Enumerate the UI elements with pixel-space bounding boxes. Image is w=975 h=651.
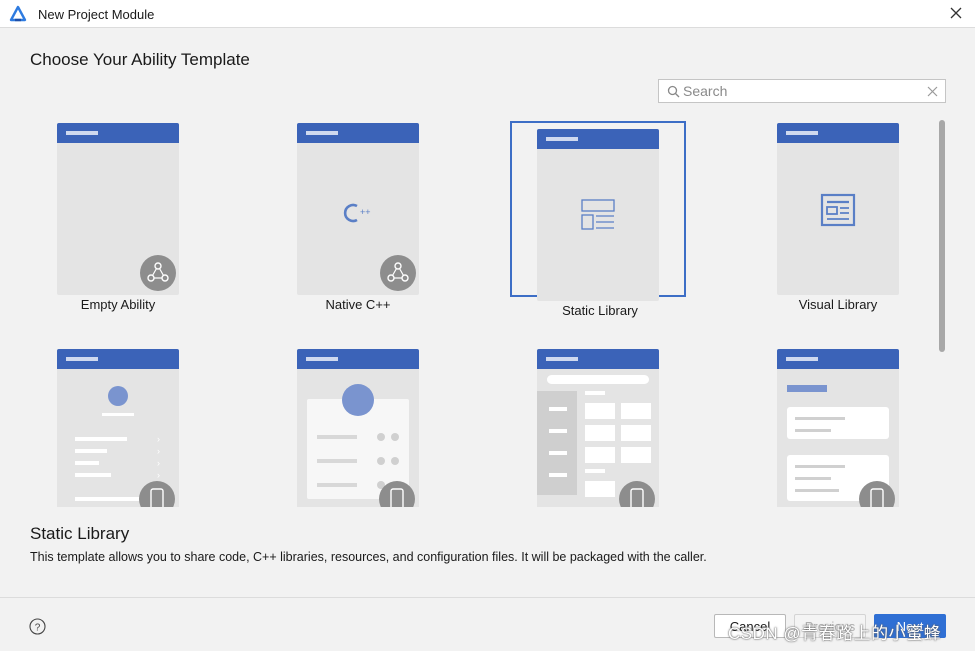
selected-template-description: This template allows you to share code, … [30, 550, 707, 564]
template-label: Static Library [562, 303, 638, 318]
clear-icon[interactable] [927, 86, 938, 97]
search-field[interactable] [658, 79, 946, 103]
template-tile-card-list[interactable] [750, 341, 926, 507]
template-tile-native-cpp[interactable]: ++ Native C++ [270, 115, 446, 312]
device-icon [859, 481, 895, 507]
template-preview [297, 349, 419, 507]
template-grid: Empty Ability ++ Native C++ Static Libra… [30, 115, 930, 507]
cpp-icon: ++ [343, 203, 371, 223]
ability-badge-icon [380, 255, 416, 291]
avatar-placeholder [108, 386, 128, 406]
page-title: Choose Your Ability Template [30, 50, 250, 69]
selected-template-title: Static Library [30, 524, 130, 543]
device-icon [379, 481, 415, 507]
window-title: New Project Module [38, 7, 155, 22]
template-tile-static-library[interactable]: Static Library [510, 121, 686, 318]
template-tile-sidebar-grid[interactable] [510, 341, 686, 507]
template-preview [57, 123, 179, 295]
template-label: Visual Library [798, 297, 878, 312]
app-logo-icon [9, 5, 27, 22]
template-preview [537, 349, 659, 507]
search-input[interactable] [683, 82, 913, 100]
library-layout-icon [581, 199, 615, 230]
template-preview [777, 349, 899, 507]
template-preview [777, 123, 899, 295]
watermark: CSDN @青春路上的小蜜蜂 [728, 624, 942, 643]
device-icon [139, 481, 175, 507]
template-preview: › › › › [57, 349, 179, 507]
svg-text:?: ? [35, 622, 41, 633]
device-icon [619, 481, 655, 507]
title-bar: New Project Module [0, 0, 975, 28]
template-tile-profile-list[interactable]: › › › › [30, 341, 206, 507]
ability-badge-icon [140, 255, 176, 291]
grid-scrollbar[interactable] [939, 120, 945, 352]
visual-card-icon [820, 193, 856, 227]
template-preview [537, 129, 659, 301]
help-icon[interactable]: ? [29, 618, 46, 635]
template-label: Native C++ [325, 297, 391, 312]
svg-text:++: ++ [360, 207, 371, 217]
template-tile-avatar-card[interactable] [270, 341, 446, 507]
search-icon [667, 85, 680, 98]
template-preview: ++ [297, 123, 419, 295]
avatar-placeholder [342, 384, 374, 416]
template-tile-empty-ability[interactable]: Empty Ability [30, 115, 206, 312]
close-icon[interactable] [949, 6, 963, 20]
template-label: Empty Ability [80, 297, 156, 312]
template-tile-visual-library[interactable]: Visual Library [750, 115, 926, 312]
footer-divider [0, 597, 975, 598]
